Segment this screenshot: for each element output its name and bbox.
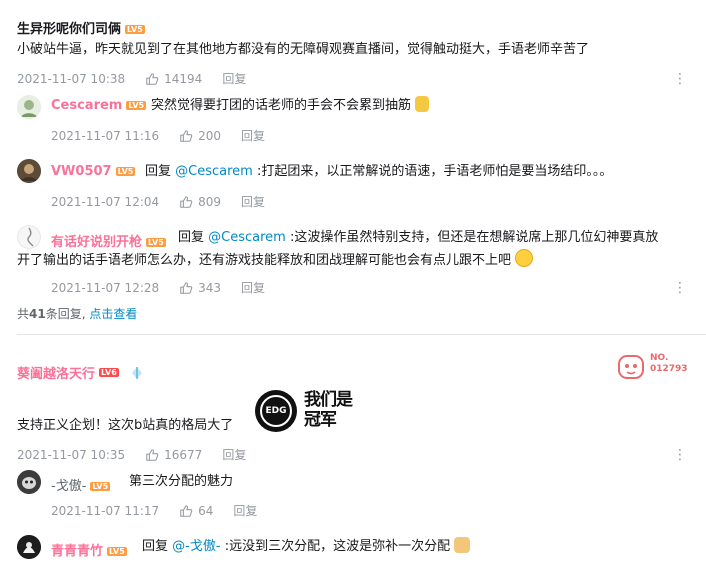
mention-link[interactable]: @Cescarem	[208, 230, 286, 245]
mention-link[interactable]: @-戈傲-	[172, 539, 220, 554]
like-button[interactable]: 16677	[145, 448, 202, 462]
reply-meta: 2021-11-07 11:16 200 回复	[51, 127, 697, 144]
sticker: EDG 我们是冠军	[255, 388, 365, 436]
level-badge: LV5	[146, 238, 166, 247]
like-count: 64	[198, 503, 214, 518]
level-badge: LV6	[99, 368, 119, 377]
comment-text: 小破站牛逼，昨天就见到了在其他地方都没有的无障碍观赛直播间，觉得触动挺大，手语老…	[17, 42, 590, 57]
reply-meta: 2021-11-07 11:17 64 回复	[51, 502, 697, 519]
thumbs-up-icon	[180, 129, 193, 142]
avatar-image-icon	[17, 225, 41, 249]
reply-button[interactable]: 回复	[222, 70, 246, 87]
reply-button[interactable]: 回复	[241, 279, 265, 296]
more-options-icon[interactable]: ⋮	[673, 72, 687, 86]
avatar-image-icon	[17, 470, 41, 494]
comment-time: 2021-11-07 10:35	[17, 447, 126, 462]
feather-badge-icon	[131, 366, 142, 379]
fan-badge: NO. 012793	[616, 350, 696, 384]
reply-username[interactable]: Cescarem LV5	[51, 98, 147, 113]
reply-meta: 2021-11-07 12:28 343 回复 ⋮	[51, 279, 697, 296]
more-options-icon[interactable]: ⋮	[673, 448, 687, 462]
reply-button[interactable]: 回复	[241, 193, 265, 210]
level-badge: LV5	[107, 547, 127, 556]
thumbs-up-icon	[146, 72, 159, 85]
like-button[interactable]: 809	[179, 195, 221, 209]
reply-text: 第三次分配的魅力	[129, 474, 234, 489]
like-count: 809	[198, 194, 222, 209]
divider	[17, 334, 706, 335]
sticker-text: 我们是冠军	[304, 390, 353, 430]
thumbs-up-icon	[180, 504, 193, 517]
like-count: 14194	[164, 71, 203, 86]
comment-time: 2021-11-07 10:38	[17, 71, 126, 86]
reply-button[interactable]: 回复	[241, 127, 265, 144]
level-badge: LV5	[115, 167, 136, 176]
avatar[interactable]	[17, 470, 41, 494]
dog-face-emoji-icon	[454, 537, 471, 553]
reply-button[interactable]: 回复	[233, 502, 257, 519]
reply-username[interactable]: 有话好说别开枪 LV5	[51, 231, 166, 250]
reply-summary: 共41条回复, 点击查看	[17, 307, 138, 321]
comment-text: 支持正义企划！这次b站真的格局大了	[17, 418, 234, 433]
like-button[interactable]: 14194	[145, 72, 202, 86]
worried-person-emoji-icon	[415, 96, 430, 112]
reply-text: 突然觉得要打团的话老师的手会不会累到抽筋	[151, 96, 430, 116]
reply-username[interactable]: 青青青竹 LV5	[51, 540, 127, 559]
reply-text: 回复 @Cescarem :这波操作虽然特别支持，但还是在想解说席上那几位幻神要…	[178, 230, 659, 245]
laughing-emoji-icon	[515, 249, 534, 267]
avatar[interactable]	[17, 225, 41, 249]
avatar-image-icon	[17, 95, 41, 119]
more-options-icon[interactable]: ⋮	[673, 281, 687, 295]
reply-time: 2021-11-07 12:28	[51, 280, 160, 295]
comment-meta: 2021-11-07 10:38 14194 回复 ⋮	[17, 70, 697, 87]
avatar[interactable]	[17, 535, 41, 559]
comment-meta: 2021-11-07 10:35 16677 回复 ⋮	[17, 446, 697, 463]
like-button[interactable]: 343	[179, 281, 221, 295]
thumbs-up-icon	[180, 281, 193, 294]
like-button[interactable]: 200	[179, 129, 221, 143]
level-badge: LV5	[125, 25, 145, 34]
like-button[interactable]: 64	[179, 504, 213, 518]
avatar[interactable]	[17, 95, 41, 119]
reply-text: 回复 @-戈傲- :远没到三次分配，这波是弥补一次分配	[142, 537, 471, 557]
reply-text-continued: 开了输出的话手语老师怎么办，还有游戏技能释放和团战理解可能也会有点儿跟不上吧	[17, 249, 534, 271]
reply-time: 2021-11-07 11:16	[51, 128, 160, 143]
avatar-image-icon	[17, 159, 41, 183]
avatar-image-icon	[17, 535, 41, 559]
thumbs-up-icon	[146, 448, 159, 461]
reply-button[interactable]: 回复	[222, 446, 246, 463]
view-more-replies-link[interactable]: 点击查看	[89, 307, 137, 321]
avatar[interactable]	[17, 159, 41, 183]
thumbs-up-icon	[180, 195, 193, 208]
level-badge: LV5	[90, 482, 111, 491]
level-badge: LV5	[126, 101, 147, 110]
like-count: 200	[198, 128, 222, 143]
comment-username[interactable]: 葵阖越洛天行 LV6	[17, 363, 145, 382]
reply-username[interactable]: -戈傲- LV5	[51, 475, 111, 494]
reply-text: 回复 @Cescarem :打起团来，以正常解说的语速，手语老师怕是要当场结印。…	[145, 164, 613, 179]
reply-time: 2021-11-07 11:17	[51, 503, 160, 518]
reply-time: 2021-11-07 12:04	[51, 194, 160, 209]
like-count: 16677	[164, 447, 203, 462]
edg-logo-icon: EDG	[255, 390, 297, 432]
reply-meta: 2021-11-07 12:04 809 回复	[51, 193, 697, 210]
like-count: 343	[198, 280, 222, 295]
comment-username[interactable]: 生异形呢你们司俩 LV5	[17, 18, 145, 37]
fan-card-mascot-icon	[618, 355, 644, 379]
reply-username[interactable]: VW0507 LV5	[51, 164, 136, 179]
fan-badge-number: NO. 012793	[650, 353, 688, 374]
mention-link[interactable]: @Cescarem	[175, 164, 253, 179]
